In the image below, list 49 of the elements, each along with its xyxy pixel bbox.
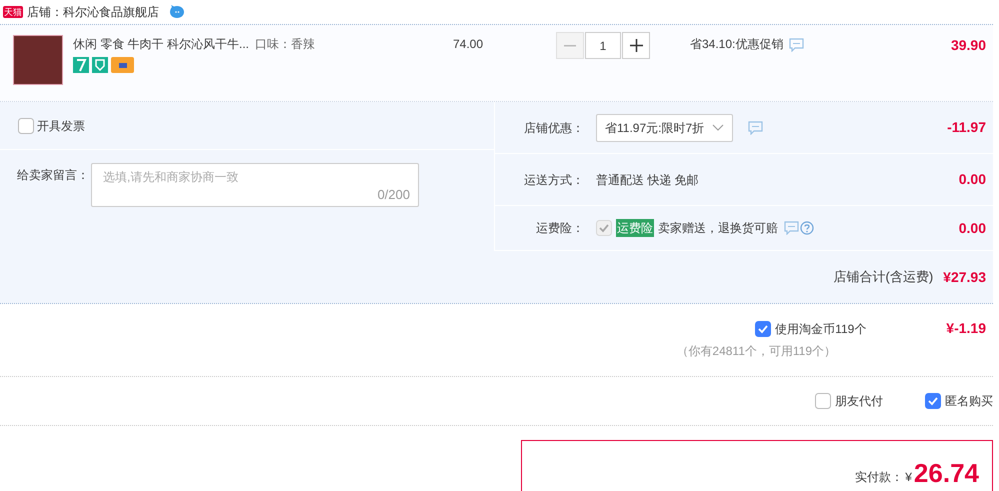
coins-label[interactable]: 使用淘金币119个 <box>775 320 866 338</box>
checkbox[interactable] <box>815 393 831 409</box>
product-title[interactable]: 休闲 零食 牛肉干 科尔沁风干牛... <box>73 35 250 53</box>
row-amount: 0.00 <box>958 218 987 238</box>
row-amount: -11.97 <box>947 118 987 137</box>
chevron-down-icon <box>712 124 724 131</box>
payment-amount: 26.74 <box>914 458 979 488</box>
promo-text: 省34.10:优惠促销 <box>690 36 784 53</box>
quantity-field[interactable]: 1 <box>585 32 621 59</box>
plus-icon <box>630 39 642 52</box>
unit-price: 74.00 <box>453 37 484 51</box>
store-badge: 天猫 <box>3 6 23 18</box>
store-name[interactable]: 店铺：科尔沁食品旗舰店 <box>27 3 159 21</box>
currency-symbol: ¥ <box>905 469 912 486</box>
card-icon <box>111 57 134 73</box>
row-label: 运费险： <box>535 220 584 237</box>
comment-icon[interactable] <box>748 120 764 134</box>
store-total-label: 店铺合计(含运费) <box>834 268 934 286</box>
comment-icon[interactable] <box>789 38 804 52</box>
row-label: 店铺优惠： <box>523 120 584 136</box>
comment-icon[interactable] <box>784 221 799 235</box>
help-icon[interactable] <box>800 221 814 235</box>
character-counter: 0/200 <box>377 186 410 204</box>
insurance-tag: 运费险 <box>616 219 654 237</box>
seven-day-icon <box>73 57 89 73</box>
invoice-label[interactable]: 开具发票 <box>37 116 85 134</box>
minus-button[interactable] <box>556 32 584 59</box>
store-total-amount: ¥27.93 <box>943 268 986 286</box>
product-spec: 口味：香辣 <box>255 36 316 53</box>
option-label[interactable]: 朋友代付 <box>835 392 883 410</box>
checkbox[interactable] <box>925 393 941 409</box>
discount-dropdown[interactable]: 省11.97元:限时7折 <box>596 114 734 142</box>
subtotal: 39.90 <box>950 37 986 53</box>
row-amount: 0.00 <box>958 170 987 189</box>
row-label: 运送方式： <box>523 172 584 188</box>
coins-amount: ¥-1.19 <box>946 319 986 338</box>
plus-button[interactable] <box>622 32 650 59</box>
insurance-text: 卖家赠送，退换货可赔 <box>658 220 778 237</box>
shipping-method: 普通配送 快递 免邮 <box>596 172 699 188</box>
payment-label: 实付款： <box>855 469 904 486</box>
message-label: 给卖家留言： <box>17 167 89 184</box>
option-label[interactable]: 匿名购买 <box>945 392 993 410</box>
checkbox[interactable] <box>755 320 772 336</box>
product-photo-placeholder[interactable] <box>13 35 63 85</box>
shield-icon <box>92 57 108 73</box>
minus-icon <box>564 44 576 46</box>
chat-icon[interactable] <box>169 5 185 19</box>
checkbox[interactable] <box>18 118 34 134</box>
coins-note: （你有24811个，可用119个） <box>676 343 836 360</box>
